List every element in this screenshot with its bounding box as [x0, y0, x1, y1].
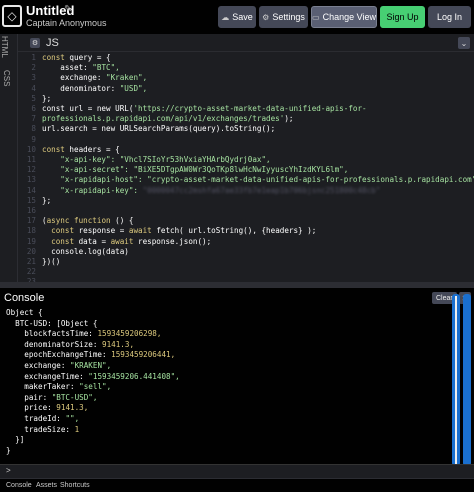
- console-scrollbar-right[interactable]: [463, 294, 471, 466]
- code-line: 8 url.search = new URLSearchParams(query)…: [31, 124, 276, 134]
- settings-label: Settings: [272, 12, 305, 22]
- js-editor[interactable]: ⚙ JS ⌄ 1 const query = { 2 asset: "BTC", …: [18, 34, 474, 286]
- code-line: 3 exchange: "Kraken",: [31, 73, 148, 83]
- code-line: 2 asset: "BTC",: [31, 63, 120, 73]
- code-line: 9: [31, 134, 36, 144]
- codepen-logo-icon[interactable]: ◇: [2, 5, 22, 27]
- save-label: Save: [232, 12, 253, 22]
- console-line: epochExchangeTime: 1593459206441,: [6, 350, 176, 360]
- code-line: 17 (async function () {: [26, 216, 134, 226]
- top-bar: ◇ Untitled ✎ Captain Anonymous ☁ Save ⚙ …: [0, 0, 474, 34]
- console-line: tradeSize: 1: [6, 424, 80, 434]
- code-line: 11 "x-api-key": "Vhcl7SIoYr53hVxiaYHArbQ…: [26, 155, 271, 164]
- console-panel: Console Clear ✕ Object { BTC-USD: [Objec…: [0, 288, 474, 478]
- code-line: 5};: [31, 93, 52, 103]
- console-line: BTC-USD: [Object {: [6, 318, 98, 328]
- footer-tab-shortcuts[interactable]: Shortcuts: [60, 482, 90, 489]
- console-line: pair: "BTC-USD",: [6, 392, 98, 402]
- code-line: 7 professionals.p.rapidapi.com/api/v1/exc…: [31, 114, 294, 124]
- code-line: 19 const data = await response.json();: [26, 236, 212, 246]
- js-editor-title: JS: [46, 37, 59, 49]
- code-line: 12 "x-api-secret": "BiXE5DTgpAW0Wr3QoTKp…: [26, 165, 349, 175]
- console-line: tradeId: "",: [6, 414, 80, 423]
- console-line: exchangeTime: "1593459206.441408",: [6, 371, 180, 381]
- change-view-button[interactable]: ▭ Change View: [311, 6, 377, 28]
- console-line: exchange: "KRAKEN",: [6, 361, 112, 370]
- console-line: }: [6, 445, 11, 455]
- collapsed-editors: HTML CSS: [0, 34, 18, 284]
- log-in-button[interactable]: Log In: [428, 6, 471, 28]
- code-line: 14 "x-rapidapi-key": "0000047cc2mshfa67a…: [26, 185, 381, 195]
- console-line: price: 9141.3,: [6, 403, 89, 413]
- code-line: 21})(): [26, 257, 61, 266]
- save-button[interactable]: ☁ Save: [218, 6, 256, 28]
- owner-name: Captain Anonymous: [26, 18, 107, 28]
- edit-title-pencil-icon[interactable]: ✎: [64, 4, 72, 15]
- code-line: 15};: [26, 195, 52, 205]
- code-line: 13 "x-rapidapi-host": "crypto-asset-mark…: [26, 175, 474, 185]
- console-scrollbar-thumb[interactable]: [455, 296, 457, 464]
- prompt-caret: >: [6, 466, 11, 475]
- css-editor-tab[interactable]: CSS: [2, 70, 11, 86]
- cloud-icon: ☁: [221, 12, 230, 22]
- bottom-bar: Console Assets Shortcuts: [0, 478, 474, 492]
- editor-settings-icon[interactable]: ⚙: [30, 38, 40, 48]
- console-title: Console: [4, 292, 45, 304]
- html-editor-tab[interactable]: HTML: [0, 36, 9, 58]
- code-line: 1 const query = {: [31, 53, 111, 62]
- console-line: }]: [6, 435, 25, 445]
- code-line: 22: [26, 267, 36, 277]
- console-line: denominatorSize: 9141.3,: [6, 339, 135, 349]
- layout-icon: ▭: [312, 12, 320, 22]
- code-line: 18 const response = await fetch( url.toS…: [26, 226, 317, 236]
- footer-tab-console[interactable]: Console: [6, 482, 32, 489]
- code-line: 10 const headers = {: [26, 144, 120, 154]
- js-editor-header: ⚙ JS ⌄: [18, 34, 474, 52]
- settings-button[interactable]: ⚙ Settings: [259, 6, 308, 28]
- code-line: 6 const url = new URL('https://crypto-ass…: [31, 104, 367, 113]
- sign-up-button[interactable]: Sign Up: [380, 6, 425, 28]
- console-line: makerTaker: "sell",: [6, 382, 112, 392]
- console-input[interactable]: >: [0, 464, 474, 478]
- gear-icon: ⚙: [262, 12, 270, 22]
- code-line: 20 console.log(data): [26, 246, 129, 256]
- code-line: 16: [26, 206, 36, 215]
- code-line: 4 denominator: "USD",: [31, 83, 148, 93]
- footer-tab-assets[interactable]: Assets: [36, 482, 57, 489]
- console-line: blockfactsTime: 1593459206298,: [6, 329, 162, 339]
- chevron-down-icon[interactable]: ⌄: [458, 37, 470, 49]
- change-view-label: Change View: [322, 12, 376, 22]
- console-line: Object {: [6, 308, 43, 317]
